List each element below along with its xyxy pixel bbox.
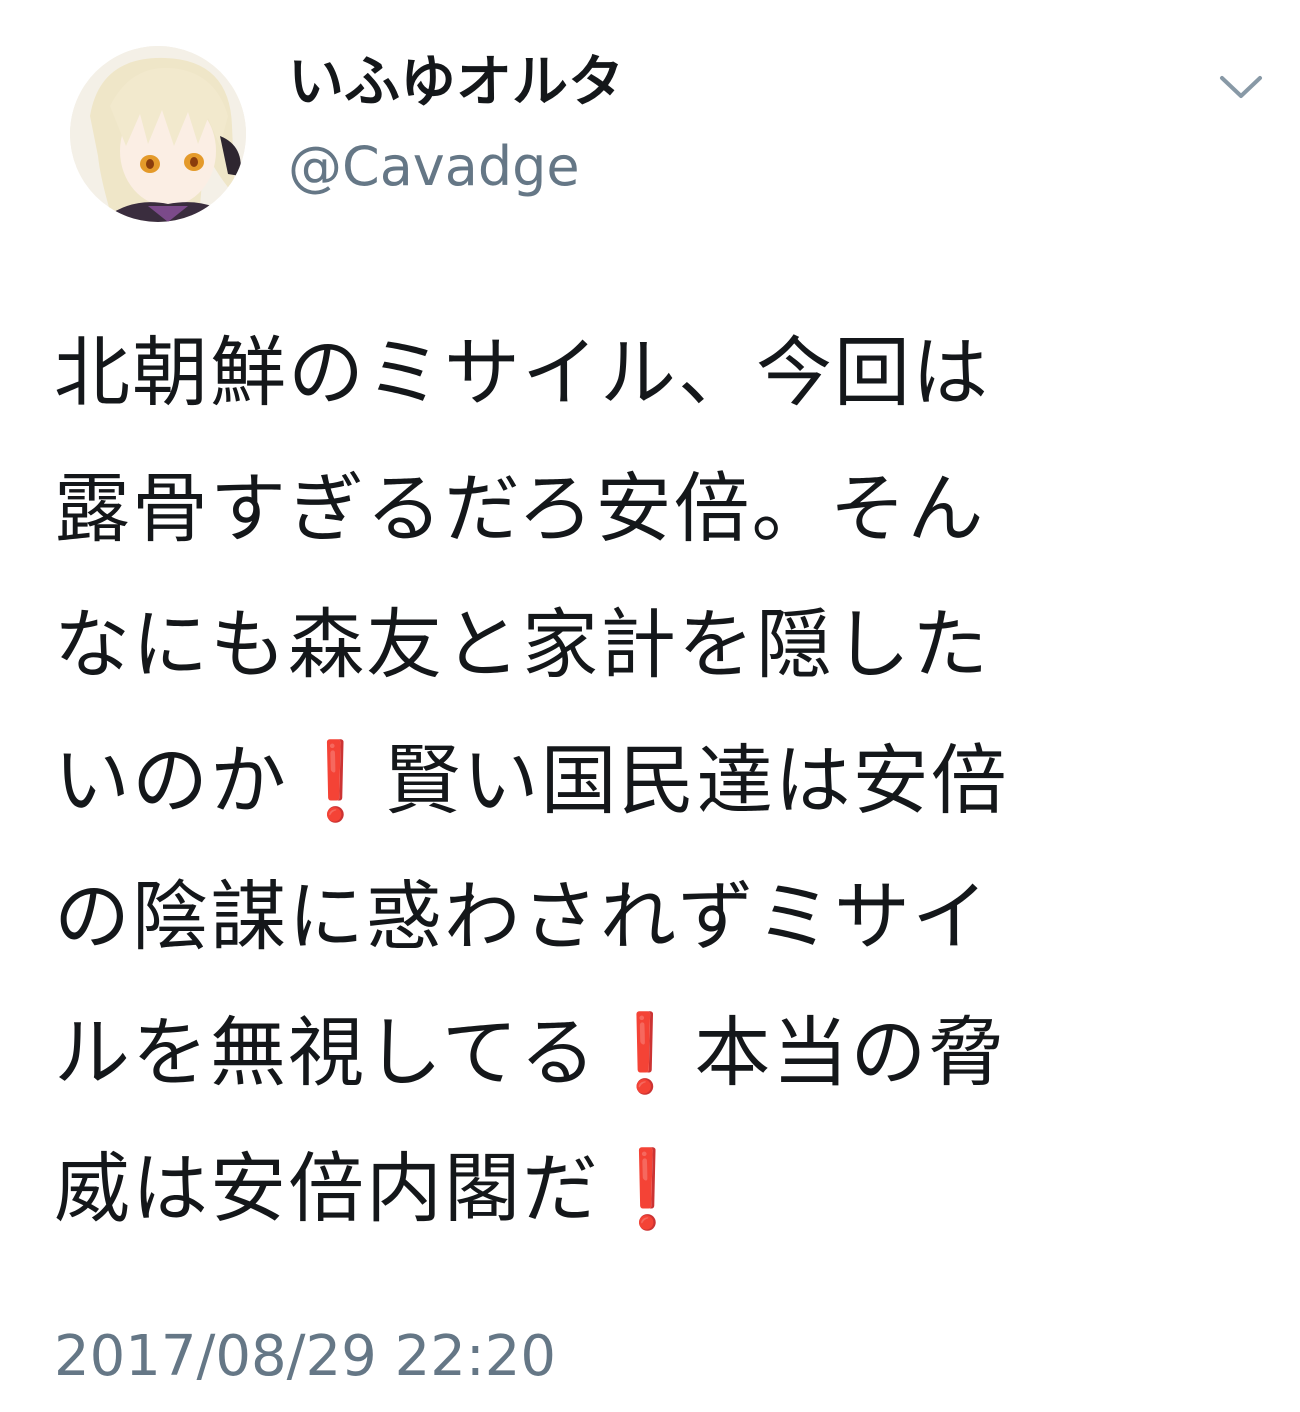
text-fragment: 本当の脅 (694, 1008, 1007, 1097)
tweet-text-line: 威は安倍内閣だ❗ (54, 1121, 1254, 1257)
anime-character-avatar-icon (70, 46, 246, 222)
tweet-text-line: いのか❗賢い国民達は安倍 (54, 713, 1254, 849)
avatar[interactable] (70, 46, 246, 222)
tweet-card: いふゆオルタ @Cavadge 北朝鮮のミサイル、今回は 露骨すぎるだろ安倍。そ… (0, 0, 1300, 1412)
timestamp[interactable]: 2017/08/29 22:20 (54, 1322, 556, 1392)
text-fragment: の陰謀に惑わされずミサイ (54, 872, 990, 961)
text-fragment: 賢い国民達は安倍 (384, 736, 1009, 825)
text-fragment: ルを無視してる (54, 1008, 598, 1097)
chevron-down-icon[interactable] (1216, 70, 1266, 104)
text-fragment: 露骨すぎるだろ安倍。そん (54, 464, 986, 553)
user-handle[interactable]: @Cavadge (288, 134, 580, 200)
tweet-text-line: なにも森友と家計を隠した (54, 577, 1254, 713)
text-fragment: いのか (54, 736, 288, 825)
exclamation-emoji: ❗ (597, 1008, 695, 1097)
exclamation-emoji: ❗ (288, 736, 385, 825)
tweet-text-line: 北朝鮮のミサイル、今回は (54, 305, 1254, 441)
tweet-text-line: の陰謀に惑わされずミサイ (54, 849, 1254, 985)
display-name[interactable]: いふゆオルタ (288, 48, 624, 118)
text-fragment: 北朝鮮のミサイル、今回は (54, 328, 990, 417)
text-fragment: なにも森友と家計を隠した (54, 600, 990, 689)
tweet-text-line: 露骨すぎるだろ安倍。そん (54, 441, 1254, 577)
exclamation-emoji: ❗ (600, 1144, 697, 1233)
tweet-text: 北朝鮮のミサイル、今回は 露骨すぎるだろ安倍。そん なにも森友と家計を隠した い… (54, 305, 1254, 1257)
text-fragment: 威は安倍内閣だ (54, 1144, 600, 1233)
tweet-text-line: ルを無視してる❗本当の脅 (54, 985, 1254, 1121)
